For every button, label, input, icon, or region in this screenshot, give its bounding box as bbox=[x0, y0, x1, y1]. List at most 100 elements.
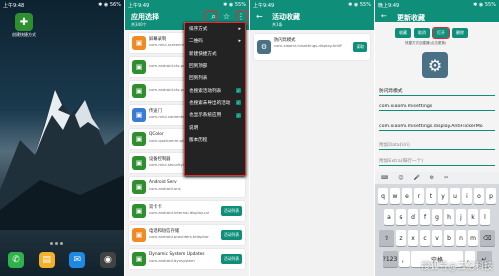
status-bar: 晚上9:49 ✱ ◉ 55% bbox=[375, 0, 499, 10]
app-icon: ▣ bbox=[132, 60, 146, 74]
page-subtitle: 共340个 bbox=[131, 22, 147, 27]
key[interactable]: h bbox=[443, 209, 455, 225]
menu-item-label: 也搜索活动列表 bbox=[189, 88, 222, 94]
status-time: 上午9:49 bbox=[253, 2, 275, 9]
keyboard-tool-icon[interactable]: ⚙ bbox=[430, 175, 434, 181]
open-button[interactable]: 打开 bbox=[432, 27, 450, 39]
page-title: 应用选择 bbox=[131, 13, 159, 21]
cancel-button[interactable]: 取消 bbox=[414, 28, 430, 38]
menu-item[interactable]: 也显示系统应用 ✓ bbox=[185, 109, 245, 121]
key[interactable]: s bbox=[395, 209, 407, 225]
key[interactable]: b bbox=[443, 230, 455, 246]
key[interactable]: a bbox=[383, 209, 395, 225]
page-subtitle: 共1条 bbox=[272, 22, 283, 27]
checkbox[interactable]: ✓ bbox=[236, 100, 241, 106]
notes-icon[interactable]: ▤ bbox=[38, 252, 55, 268]
back-arrow-icon[interactable]: ← bbox=[256, 12, 263, 21]
menu-item[interactable]: 说明 bbox=[185, 121, 245, 133]
key[interactable]: f bbox=[419, 209, 431, 225]
app-package: com.android.dynsystem bbox=[149, 258, 195, 263]
menu-item[interactable]: 版本历程 bbox=[185, 134, 245, 146]
key[interactable]: m bbox=[467, 230, 479, 246]
favorite-button[interactable]: 收藏 bbox=[395, 28, 411, 38]
app-icon: ▣ bbox=[132, 204, 146, 218]
back-arrow-icon[interactable]: ← bbox=[381, 12, 387, 20]
app-name: Android Serv bbox=[149, 180, 177, 185]
key[interactable]: y bbox=[437, 188, 449, 204]
keyboard-tool-icon[interactable]: ☺ bbox=[398, 175, 403, 181]
home-screen: 上午9:48 ✱ ◉ 56% ✚ 创建快捷方式 ✆ ▤ ✉ ◉ bbox=[0, 0, 124, 276]
app-name: QColor bbox=[149, 132, 164, 137]
key[interactable]: q bbox=[377, 188, 389, 204]
keyboard-tool-icon[interactable]: ⌨ bbox=[381, 175, 388, 181]
key-row-3: ⇧ z x c v b n m ⌫ bbox=[375, 230, 499, 246]
create-shortcut-app[interactable]: ✚ 创建快捷方式 bbox=[6, 13, 42, 38]
key[interactable]: c bbox=[419, 230, 431, 246]
menu-item-label: 新建快捷方式 bbox=[189, 51, 217, 57]
key[interactable]: i bbox=[461, 188, 473, 204]
key[interactable]: g bbox=[431, 209, 443, 225]
update-favorite-screen: 晚上9:49 ✱ ◉ 55% ← 更新收藏 收藏 取消 打开 删除 快捷方式创建… bbox=[375, 0, 499, 276]
keyboard-tool-icon[interactable]: 🎤 bbox=[413, 175, 419, 181]
status-indicators: ✱ ◉ 55% bbox=[473, 2, 496, 8]
activity-list-button[interactable]: 活动列表 bbox=[220, 206, 242, 216]
key[interactable]: t bbox=[425, 188, 437, 204]
menu-item[interactable]: 新建快捷方式 bbox=[185, 48, 245, 60]
mountain-wallpaper bbox=[0, 90, 124, 230]
app-list-item[interactable]: ▣ Dynamic System Updates com.android.dynsy… bbox=[129, 249, 245, 269]
activity-list-button[interactable]: 活动列表 bbox=[220, 230, 242, 240]
checkbox[interactable]: ✓ bbox=[236, 88, 241, 94]
menu-item-label: 回到顶部 bbox=[189, 64, 208, 70]
settings-gear-icon[interactable]: ⚙ bbox=[422, 52, 448, 78]
extra-field[interactable]: 附加Extra(每行一个) bbox=[379, 158, 495, 166]
delete-button[interactable]: 删除 bbox=[452, 28, 468, 38]
list-item[interactable]: ⚙ 防闪烁模式 com.xiaomi.misettings.display.An… bbox=[254, 34, 370, 60]
key[interactable]: z bbox=[395, 230, 407, 246]
activity-field[interactable]: com.xiaomi.misettings.display.AntiFlicke… bbox=[379, 124, 495, 131]
more-vert-icon[interactable]: ⋮ bbox=[237, 12, 245, 22]
key[interactable]: ， bbox=[399, 251, 410, 267]
key[interactable]: d bbox=[407, 209, 419, 225]
key[interactable]: r bbox=[413, 188, 425, 204]
key-row-1: qwertyuiop bbox=[375, 188, 499, 204]
menu-item[interactable]: 二维码 ▸ bbox=[185, 35, 245, 47]
key[interactable]: e bbox=[401, 188, 413, 204]
backspace-key[interactable]: ⌫ bbox=[479, 230, 495, 246]
menu-item[interactable]: 也搜索活动列表 ✓ bbox=[185, 84, 245, 96]
phone-icon[interactable]: ✆ bbox=[8, 252, 24, 268]
menu-item[interactable]: 回到列表 bbox=[185, 72, 245, 84]
shift-key[interactable]: ⇧ bbox=[379, 230, 395, 246]
app-list-item[interactable]: ▣双卡卡com.android.internal.display.cutout.… bbox=[129, 201, 245, 221]
menu-item[interactable]: 排序方式 ▸ bbox=[185, 23, 245, 35]
key[interactable]: p bbox=[485, 188, 497, 204]
key[interactable]: k bbox=[467, 209, 479, 225]
key[interactable]: u bbox=[449, 188, 461, 204]
app-list-item[interactable]: ▣ Android Serv com.android.ons bbox=[129, 177, 245, 197]
status-bar: 上午9:49 ✱ ◉ 55% bbox=[125, 0, 249, 10]
app-bar: 上午9:49 ✱ ◉ 55% ← 活动收藏 共1条 bbox=[250, 0, 374, 30]
toolbar-icons: ⌕ ☆ ⋮ bbox=[211, 12, 245, 22]
key[interactable]: w bbox=[389, 188, 401, 204]
app-list-item[interactable]: ▣ 电话和短信存储 com.android.providers.telephony 活… bbox=[129, 225, 245, 245]
read-button[interactable]: 读取 bbox=[353, 42, 367, 52]
search-icon[interactable]: ⌕ bbox=[211, 12, 215, 22]
name-field[interactable]: 防闪烁模式 bbox=[379, 88, 495, 96]
menu-item[interactable]: 也搜索未导出的活动 ✓ bbox=[185, 97, 245, 109]
key[interactable]: x bbox=[407, 230, 419, 246]
key[interactable]: ?123 bbox=[382, 251, 398, 267]
key[interactable]: l bbox=[479, 209, 491, 225]
key[interactable]: o bbox=[473, 188, 485, 204]
key[interactable]: n bbox=[455, 230, 467, 246]
menu-item[interactable]: 回到顶部 bbox=[185, 60, 245, 72]
data-uri-field[interactable]: 附加Data(Uri) bbox=[379, 142, 495, 150]
package-field[interactable]: com.xiaomi.misettings bbox=[379, 104, 495, 111]
key[interactable]: v bbox=[431, 230, 443, 246]
key[interactable]: j bbox=[455, 209, 467, 225]
activity-list-button[interactable]: 活动列表 bbox=[220, 254, 242, 264]
star-icon[interactable]: ☆ bbox=[223, 12, 230, 22]
messages-icon[interactable]: ✉ bbox=[69, 252, 86, 268]
keyboard-tool-icon[interactable]: ✂ bbox=[444, 175, 448, 181]
status-time: 上午9:49 bbox=[128, 2, 150, 9]
camera-icon[interactable]: ◉ bbox=[99, 252, 116, 268]
checkbox[interactable]: ✓ bbox=[236, 112, 241, 118]
